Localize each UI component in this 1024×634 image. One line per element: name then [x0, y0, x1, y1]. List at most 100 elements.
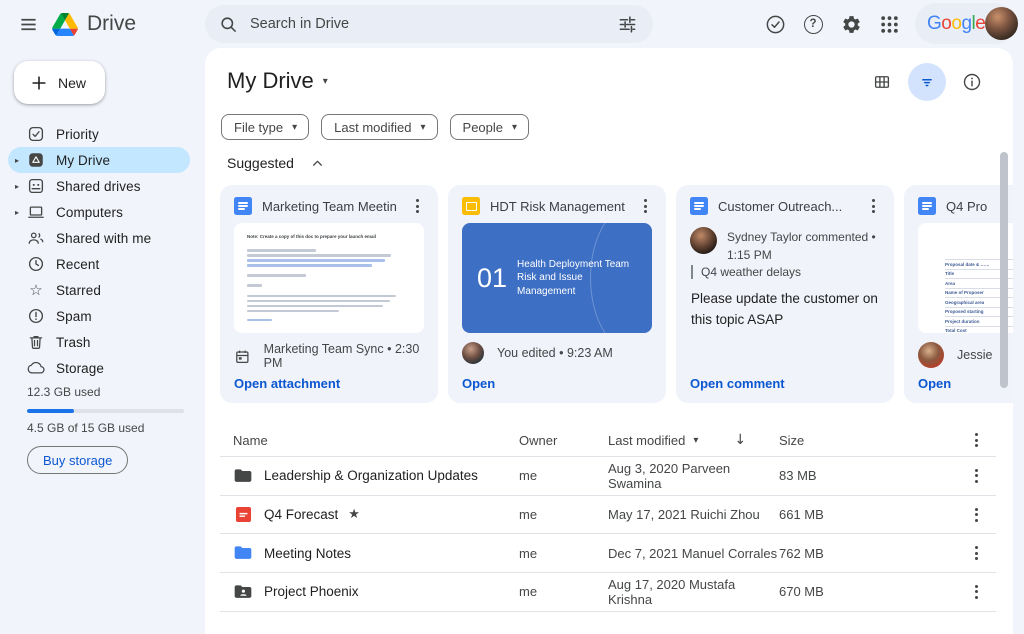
caret-down-icon: ▾ — [292, 121, 298, 133]
buy-storage-button[interactable]: Buy storage — [27, 446, 129, 474]
open-link[interactable]: Open — [462, 376, 495, 391]
search-bar[interactable] — [205, 5, 653, 43]
tune-icon — [619, 15, 635, 33]
docs-icon — [234, 197, 252, 215]
suggested-card-q4[interactable]: Q4 Pro Proposal date & …… Title Area Name o… — [904, 185, 1013, 403]
table-row-q4-forecast[interactable]: Q4 Forecast ★ me May 17, 2021 Ruichi Zho… — [220, 496, 996, 535]
card-meta-text: Jessie — [957, 348, 993, 362]
expand-arrow-icon[interactable]: ▸ — [13, 182, 27, 191]
filter-chips: File type ▾ Last modified ▾ People ▾ — [221, 114, 530, 140]
doc-preview[interactable]: Proposal date & …… Title Area Name of Propo… — [918, 223, 1013, 333]
page-title: My Drive — [227, 68, 314, 93]
row-overflow-icon[interactable] — [967, 467, 985, 485]
filter-button[interactable] — [908, 63, 946, 101]
star-icon: ☆ — [29, 281, 43, 299]
suggested-label: Suggested — [227, 155, 294, 171]
open-attachment-link[interactable]: Open attachment — [234, 376, 340, 391]
shared-folder-icon — [233, 582, 253, 602]
chip-file-type[interactable]: File type ▾ — [221, 114, 310, 140]
details-button[interactable] — [955, 65, 989, 99]
trash-icon — [27, 333, 45, 351]
table-row-project-phoenix[interactable]: Project Phoenix me Aug 17, 2020 Mustafa … — [220, 573, 996, 612]
shared-drives-icon — [27, 177, 45, 195]
table-row-meeting-notes[interactable]: Meeting Notes me Dec 7, 2021 Manuel Corr… — [220, 534, 996, 574]
suggested-section-toggle[interactable]: Suggested — [227, 155, 324, 171]
table-header: Name Owner Last modified ▾ ↓ Size — [220, 424, 996, 457]
card-overflow-icon[interactable] — [408, 197, 426, 215]
google-logo: Google — [927, 12, 986, 34]
size-cell: 661 MB — [779, 507, 824, 523]
docs-icon — [690, 197, 708, 215]
menu-button[interactable] — [8, 4, 48, 44]
sort-direction-icon[interactable]: ↓ — [734, 432, 746, 448]
sidebar-item-starred[interactable]: ☆ Starred — [8, 277, 190, 303]
table-row-leadership[interactable]: Leadership & Organization Updates me Aug… — [220, 457, 996, 496]
filter-list-icon — [922, 79, 932, 87]
suggested-card-marketing[interactable]: Marketing Team Meetin... Note: Create a … — [220, 185, 438, 403]
modified-cell: Aug 3, 2020 Parveen Swamina — [608, 460, 731, 491]
grid-view-button[interactable] — [865, 65, 899, 99]
vertical-scrollbar[interactable] — [1000, 152, 1008, 388]
check-circle-icon — [766, 15, 784, 33]
plus-icon — [32, 75, 46, 90]
sidebar-item-shared-with-me[interactable]: Shared with me — [8, 225, 190, 251]
sidebar-item-shared-drives[interactable]: ▸ Shared drives — [8, 173, 190, 199]
table-options-icon[interactable] — [967, 431, 985, 449]
storage-quota-label: 4.5 GB of 15 GB used — [27, 421, 145, 435]
file-table: Name Owner Last modified ▾ ↓ Size Leader… — [220, 424, 996, 612]
cloud-icon — [27, 359, 45, 377]
owner-cell: me — [519, 507, 538, 523]
card-overflow-icon[interactable] — [864, 197, 882, 215]
sidebar-item-recent[interactable]: Recent — [8, 251, 190, 277]
chip-last-modified[interactable]: Last modified ▾ — [321, 114, 438, 140]
storage-progress-bar[interactable] — [27, 409, 184, 413]
expand-arrow-icon[interactable]: ▸ — [13, 208, 27, 217]
row-overflow-icon[interactable] — [967, 583, 985, 601]
column-last-modified[interactable]: Last modified ▾ ↓ — [608, 432, 779, 448]
modified-cell: Dec 7, 2021 Manuel Corrales — [608, 545, 778, 561]
spam-icon — [27, 307, 45, 325]
owner-cell: me — [519, 545, 538, 561]
slides-icon — [462, 197, 480, 215]
account-pill: Google — [915, 3, 1019, 44]
slide-preview[interactable]: 01 Health Deployment Team Risk and Issue… — [462, 223, 652, 333]
suggested-card-hdt[interactable]: HDT Risk Management 01 Health Deployment… — [448, 185, 666, 403]
search-options-button[interactable] — [611, 8, 643, 40]
suggested-card-customer-outreach[interactable]: Customer Outreach... Sydney Taylor comme… — [676, 185, 894, 403]
new-button[interactable]: New — [14, 61, 106, 104]
shared-with-me-icon — [27, 229, 45, 247]
search-input[interactable] — [250, 16, 611, 32]
chip-people[interactable]: People ▾ — [449, 114, 530, 140]
sidebar-item-storage[interactable]: Storage — [8, 355, 190, 381]
expand-arrow-icon[interactable]: ▸ — [13, 156, 27, 165]
drive-brand[interactable]: Drive — [52, 0, 136, 48]
settings-button[interactable] — [832, 5, 870, 43]
column-name[interactable]: Name — [220, 433, 519, 448]
account-avatar[interactable] — [985, 7, 1019, 40]
row-overflow-icon[interactable] — [967, 544, 985, 562]
sidebar-item-priority[interactable]: Priority — [8, 121, 190, 147]
starred-icon: ★ — [348, 507, 360, 523]
pdf-icon — [233, 505, 253, 525]
card-overflow-icon[interactable] — [636, 197, 654, 215]
offline-status-button[interactable] — [756, 5, 794, 43]
help-button[interactable]: ? — [794, 5, 832, 43]
slide-decoration — [590, 223, 652, 333]
sidebar-item-trash[interactable]: Trash — [8, 329, 190, 355]
sidebar-item-computers[interactable]: ▸ Computers — [8, 199, 190, 225]
apps-grid-button[interactable] — [870, 5, 908, 43]
sidebar-item-my-drive[interactable]: ▸ My Drive — [8, 147, 190, 173]
page-title-row[interactable]: My Drive ▾ — [227, 68, 328, 94]
open-comment-link[interactable]: Open comment — [690, 376, 785, 391]
row-overflow-icon[interactable] — [967, 506, 985, 524]
open-link[interactable]: Open — [918, 376, 951, 391]
sidebar-item-spam[interactable]: Spam — [8, 303, 190, 329]
column-size[interactable]: Size — [779, 433, 956, 448]
comment-body: Please update the customer on this topic… — [691, 291, 878, 327]
doc-preview[interactable]: Note: Create a copy of this doc to prepa… — [234, 223, 424, 333]
sharer-avatar — [918, 342, 944, 368]
app-title: Drive — [87, 12, 137, 35]
column-owner[interactable]: Owner — [519, 433, 608, 448]
caret-down-icon: ▾ — [512, 121, 518, 133]
search-icon[interactable] — [219, 15, 238, 34]
